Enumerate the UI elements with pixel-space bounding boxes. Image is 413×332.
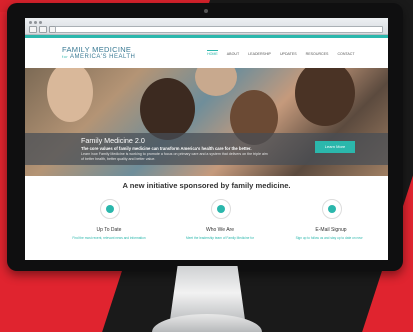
browser-nav [29, 26, 57, 33]
hero-photo-person [195, 68, 237, 96]
forward-icon[interactable] [39, 26, 47, 33]
book-icon[interactable] [100, 199, 120, 219]
feature-title[interactable]: Who We Are [180, 227, 260, 233]
feature-title[interactable]: E-Mail Signup [291, 227, 371, 233]
logo-subtitle[interactable]: for AMERICA'S HEALTH [62, 54, 135, 60]
nav-contact[interactable]: CONTACT [337, 52, 354, 56]
close-icon[interactable] [29, 21, 32, 24]
person-icon[interactable] [211, 199, 231, 219]
hero-subtitle: The core values of family medicine can t… [81, 146, 252, 151]
email-icon[interactable] [322, 199, 342, 219]
maximize-icon[interactable] [39, 21, 42, 24]
minimize-icon[interactable] [34, 21, 37, 24]
logo-title[interactable]: FAMILY MEDICINE [62, 45, 131, 54]
hero-title: Family Medicine 2.0 [81, 136, 145, 145]
monitor-stand [170, 266, 245, 320]
camera-icon [204, 9, 208, 13]
main-nav: HOME ABOUT LEADERSHIP UPDATES RESOURCES … [207, 50, 355, 56]
hero-body: Learn how Family Medicine is working to … [81, 152, 268, 161]
nav-updates[interactable]: UPDATES [280, 52, 297, 56]
feature-title[interactable]: Up To Date [69, 227, 149, 233]
hero-banner: Family Medicine 2.0 The core values of f… [25, 68, 388, 176]
nav-about[interactable]: ABOUT [227, 52, 239, 56]
logo-subtitle-text: AMERICA'S HEALTH [70, 54, 136, 60]
back-icon[interactable] [29, 26, 37, 33]
nav-leadership[interactable]: LEADERSHIP [248, 52, 271, 56]
feature-text: Find the most recent, relevant news and … [72, 236, 146, 240]
window-controls [29, 21, 42, 24]
browser-chrome [25, 18, 388, 35]
learn-more-button[interactable]: Learn More [315, 141, 355, 153]
logo-for: for [62, 54, 69, 59]
feature-text: Meet the leadership team of Family Medic… [185, 236, 255, 240]
hero-photo-person [140, 78, 195, 140]
hero-photo-person [47, 68, 93, 122]
nav-resources[interactable]: RESOURCES [306, 52, 329, 56]
nav-home[interactable]: HOME [207, 50, 218, 56]
hero-photo-person [295, 68, 355, 126]
monitor: FAMILY MEDICINE for AMERICA'S HEALTH HOM… [7, 3, 403, 271]
feature-text: Sign up to follow us and stay up to date… [295, 236, 363, 240]
address-bar[interactable] [55, 26, 383, 33]
screen: FAMILY MEDICINE for AMERICA'S HEALTH HOM… [25, 18, 388, 260]
site-header: FAMILY MEDICINE for AMERICA'S HEALTH HOM… [25, 38, 388, 68]
section-heading: A new initiative sponsored by family med… [122, 181, 291, 190]
